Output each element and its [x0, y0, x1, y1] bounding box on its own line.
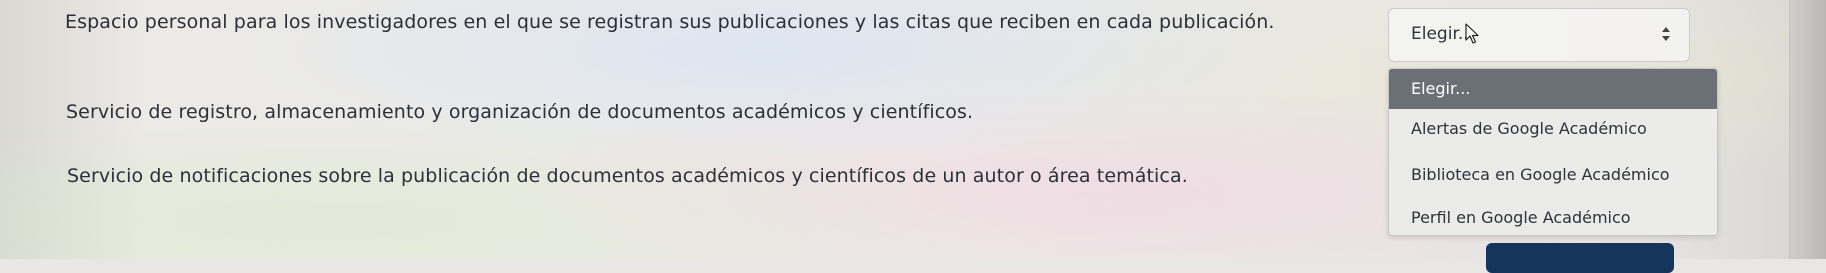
option-perfil-google-academico[interactable]: Perfil en Google Académico — [1389, 198, 1717, 235]
option-alertas-google-academico[interactable]: Alertas de Google Académico — [1389, 113, 1717, 145]
submit-button[interactable] — [1486, 243, 1674, 273]
question-description-3: Servicio de notificaciones sobre la publ… — [67, 165, 1188, 187]
question-description-2: Servicio de registro, almacenamiento y o… — [66, 101, 974, 123]
mouse-pointer-icon — [1465, 23, 1479, 44]
answer-select[interactable]: Elegir... — [1388, 8, 1690, 62]
select-dropdown-list: Elegir... Alertas de Google Académico Bi… — [1388, 68, 1718, 236]
question-description-1: Espacio personal para los investigadores… — [65, 11, 1275, 33]
option-elegir[interactable]: Elegir... — [1389, 69, 1717, 109]
updown-icon — [1662, 27, 1670, 41]
screen-edge — [1789, 0, 1826, 259]
option-biblioteca-google-academico[interactable]: Biblioteca en Google Académico — [1389, 155, 1717, 195]
